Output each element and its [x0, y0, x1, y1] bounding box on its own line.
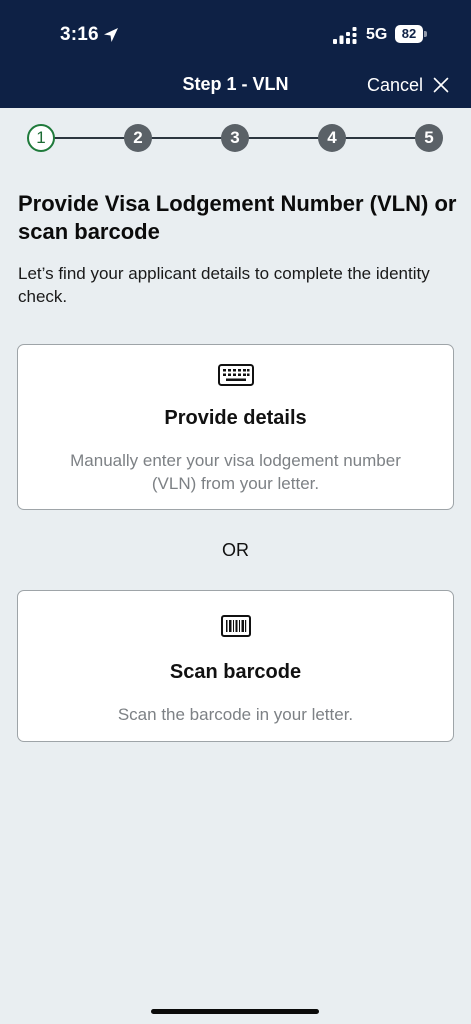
barcode-icon: [220, 615, 251, 637]
location-arrow-icon: [104, 28, 118, 42]
battery-level: 82: [395, 25, 423, 43]
step-2: 2: [124, 124, 152, 152]
progress-stepper: 1 2 3 4 5: [27, 124, 443, 152]
status-time: 3:16: [60, 24, 99, 45]
scan-barcode-card[interactable]: Scan barcode Scan the barcode in your le…: [17, 590, 454, 742]
network-type: 5G: [366, 26, 388, 43]
app-header: 3:16 5G 82 Step 1 - VLN Cancel: [0, 0, 471, 108]
cellular-signal-icon: [333, 27, 357, 44]
step-4: 4: [318, 124, 346, 152]
close-icon: [433, 77, 449, 93]
home-indicator[interactable]: [151, 1009, 319, 1014]
step-5: 5: [415, 124, 443, 152]
provide-details-card[interactable]: Provide details Manually enter your visa…: [17, 344, 454, 510]
cancel-label: Cancel: [366, 74, 423, 95]
scan-barcode-title: Scan barcode: [169, 661, 302, 683]
battery-cap: [424, 31, 427, 37]
step-1: 1: [27, 124, 55, 152]
page-heading: Provide Visa Lodgement Number (VLN) or s…: [18, 191, 457, 244]
provide-details-description: Manually enter your visa lodgement numbe…: [70, 451, 401, 493]
step-3: 3: [221, 124, 249, 152]
cancel-button[interactable]: Cancel: [367, 72, 449, 98]
or-divider: OR: [222, 540, 249, 560]
intro-text: Let’s find your applicant details to com…: [18, 264, 430, 306]
battery-icon: 82: [395, 25, 427, 43]
scan-barcode-description: Scan the barcode in your letter.: [117, 705, 354, 724]
provide-details-title: Provide details: [164, 407, 307, 429]
keyboard-icon: [217, 364, 254, 386]
status-bar: 3:16 5G 82: [0, 0, 471, 70]
